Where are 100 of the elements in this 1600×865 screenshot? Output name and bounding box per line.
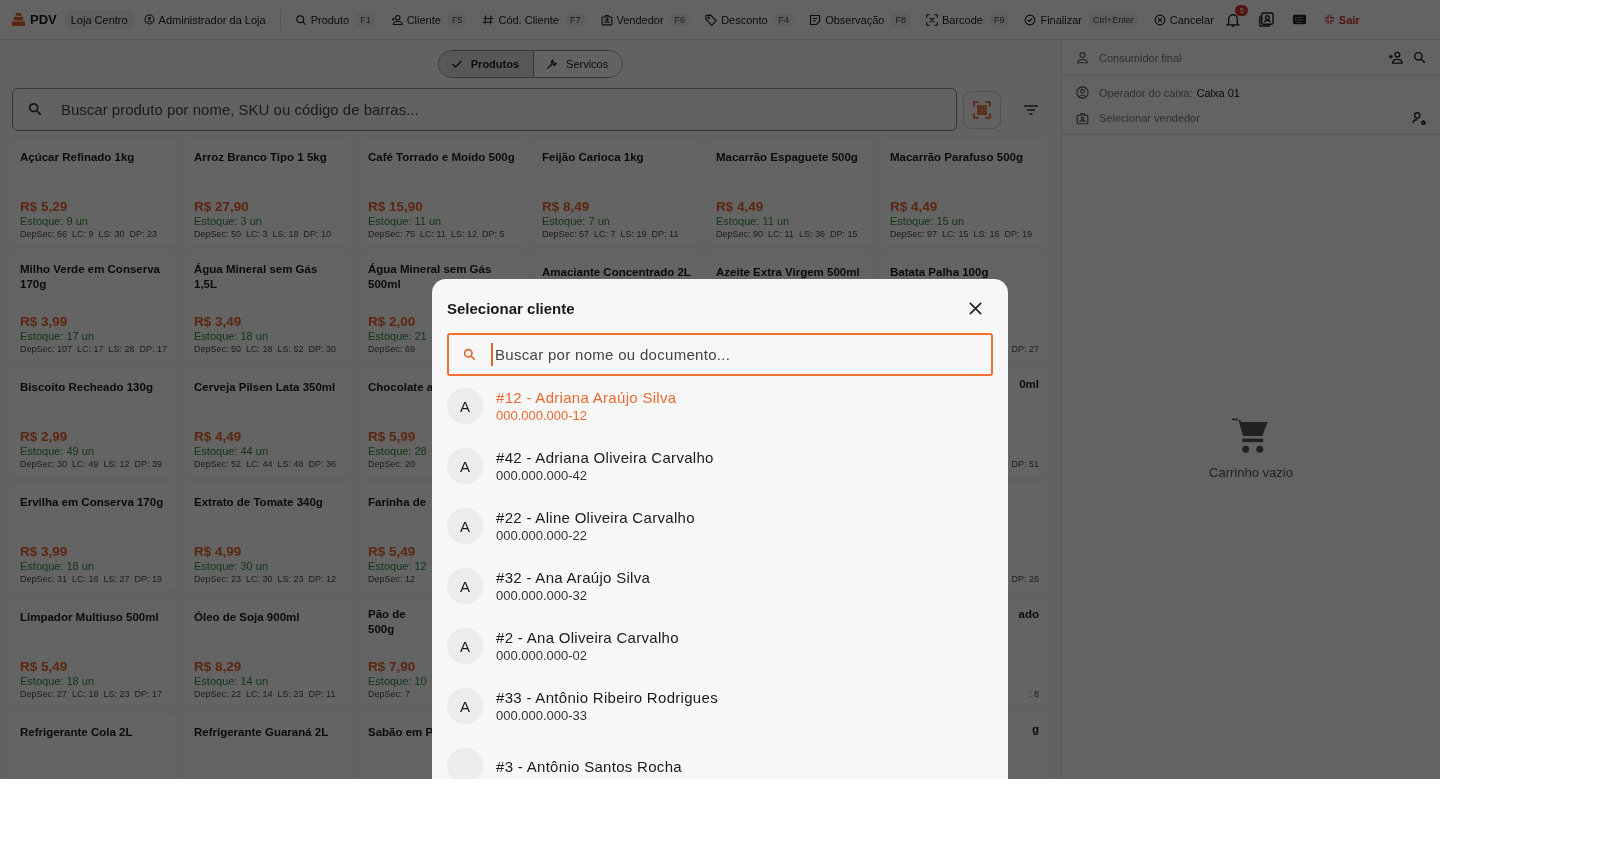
product-name: Refrigerante Cola 2L — [20, 725, 133, 740]
product-price: R$ 27,90 — [194, 199, 249, 214]
product-stock-details: DepSec: 69 — [368, 344, 416, 354]
product-name: Milho Verde em Conserva 170g — [20, 262, 161, 292]
product-stock: Estoque: 49 un — [20, 445, 94, 457]
product-stock: Estoque: 11 un — [368, 215, 442, 227]
product-name: Batata Palha 100g — [890, 265, 989, 280]
product-stock: Estoque: 11 un — [716, 215, 790, 227]
product-price: R$ 8,49 — [542, 199, 590, 214]
product-name: Arroz Branco Tipo 1 5kg — [194, 150, 327, 165]
product-price: R$ 3,49 — [194, 314, 242, 329]
product-price: R$ 2,99 — [20, 429, 68, 444]
product-stock-details: DepSec: 50 LC: 18 LS: 52 DP: 30 — [194, 344, 337, 354]
product-stock: Estoque: 18 un — [20, 675, 94, 687]
client-document: 000.000.000-32 — [496, 588, 589, 603]
product-name: Ervilha em Conserva 170g — [20, 495, 164, 510]
avatar: A — [447, 628, 483, 664]
product-stock-details: DepSec: 12 — [368, 574, 416, 584]
product-stock-details: DepSec: 107 LC: 17 LS: 28 DP: 17 — [20, 344, 168, 354]
avatar: A — [447, 388, 483, 424]
product-stock-details: DP: 27 — [1011, 344, 1039, 354]
product-stock: Estoque: 18 un — [20, 560, 94, 572]
product-stock-details: DepSec: 7 — [368, 689, 411, 699]
product-stock: Estoque: 44 un — [194, 445, 268, 457]
product-name: Farinha de — [368, 495, 427, 510]
product-stock-details: DepSec: 75 LC: 11 LS: 12 DP: 5 — [368, 229, 505, 239]
client-document: 000.000.000-12 — [496, 408, 589, 423]
product-stock: Estoque: 12 — [368, 560, 427, 572]
client-name: #3 - Antônio Santos Rocha — [496, 757, 682, 775]
product-name: Cerveja Pilsen Lata 350ml — [194, 380, 336, 395]
notification-count-badge: 5 — [1235, 4, 1248, 16]
avatar: A — [447, 568, 483, 604]
product-price: R$ 8,29 — [194, 659, 242, 674]
product-price: R$ 5,99 — [368, 429, 416, 444]
client-name: #32 - Ana Araújo Silva — [496, 569, 651, 586]
product-name: Extrato de Tomate 340g — [194, 495, 323, 510]
product-stock-details: DP: 26 — [1011, 574, 1039, 584]
product-name: Café Torrado e Moído 500g — [368, 150, 515, 165]
product-name: ado — [1018, 607, 1039, 622]
product-price: R$ 3,99 — [20, 544, 68, 559]
product-stock: Estoque: 9 un — [20, 215, 88, 227]
product-stock: Estoque: 3 un — [194, 215, 262, 227]
product-stock: Estoque: 17 un — [20, 330, 94, 342]
product-name: Óleo de Soja 900ml — [194, 610, 300, 625]
product-stock-details: DepSec: 66 LC: 9 LS: 30 DP: 23 — [20, 229, 158, 239]
avatar: A — [447, 688, 483, 724]
client-name: #42 - Adriana Oliveira Carvalho — [496, 449, 714, 466]
client-document: 000.000.000-02 — [496, 648, 589, 663]
product-name: Macarrão Parafuso 500g — [890, 150, 1023, 165]
product-price: R$ 4,49 — [194, 429, 242, 444]
product-stock-details: DepSec: 57 LC: 7 LS: 19 DP: 11 — [542, 229, 679, 239]
product-stock: Estoque: 10 — [368, 675, 427, 687]
product-name: Água Mineral sem Gás 500ml — [368, 262, 492, 292]
product-stock: Estoque: 21 — [368, 330, 427, 342]
client-document: 000.000.000-42 — [496, 468, 589, 483]
product-stock-details: DepSec: 90 LC: 11 LS: 36 DP: 15 — [716, 229, 858, 239]
product-name: Açúcar Refinado 1kg — [20, 150, 135, 165]
app-logo: PDV — [30, 12, 57, 27]
product-stock-details: DepSec: 23 LC: 30 LS: 23 DP: 12 — [194, 574, 337, 584]
avatar: A — [447, 508, 483, 544]
product-stock: Estoque: 15 un — [890, 215, 964, 227]
product-name: Amaciante Concentrado 2L — [542, 265, 691, 280]
product-stock-details: DP: 51 — [1011, 459, 1039, 469]
product-price: R$ 3,99 — [20, 314, 68, 329]
product-name: Pão de 500g — [368, 607, 406, 637]
product-price: R$ 4,99 — [194, 544, 242, 559]
empty-cart-text: Carrinho vazio — [1209, 465, 1293, 480]
product-name: Limpador Multiuso 500ml — [20, 610, 159, 625]
product-price: R$ 4,49 — [890, 199, 938, 214]
product-price: R$ 5,49 — [20, 659, 68, 674]
operator-name: Calxa 01 — [1196, 86, 1240, 99]
product-name: Biscoito Recheado 130g — [20, 380, 153, 395]
product-stock-details: DepSec: 50 LC: 3 LS: 18 DP: 10 — [194, 229, 332, 239]
product-stock: Estoque: 7 un — [542, 215, 610, 227]
product-stock-details: DepSec: 27 LC: 18 LS: 23 DP: 17 — [20, 689, 163, 699]
dialog-title: Selecionar cliente — [447, 299, 575, 317]
product-price: R$ 2,00 — [368, 314, 416, 329]
product-stock-details: DepSec: 22 LC: 14 LS: 23 DP: 11 — [194, 689, 336, 699]
product-name: 0ml — [1019, 377, 1039, 392]
product-name: Chocolate a — [368, 380, 434, 395]
product-stock-details: DepSec: 97 LC: 15 LS: 16 DP: 19 — [890, 229, 1033, 239]
product-stock-details: : 8 — [1029, 689, 1039, 699]
product-name: Feijão Carioca 1kg — [542, 150, 644, 165]
client-name: #22 - Aline Oliveira Carvalho — [496, 509, 695, 526]
client-name: #2 - Ana Oliveira Carvalho — [496, 629, 679, 646]
product-name: Água Mineral sem Gás 1,5L — [194, 262, 319, 292]
product-stock: Estoque: 30 un — [194, 560, 268, 572]
product-name: Macarrão Espaguete 500g — [716, 150, 858, 165]
avatar: A — [447, 448, 483, 484]
product-price: R$ 15,90 — [368, 199, 423, 214]
product-stock-details: DepSec: 31 LC: 18 LS: 27 DP: 19 — [20, 574, 163, 584]
client-name: #12 - Adriana Araújo Silva — [496, 389, 677, 406]
product-price: R$ 5,29 — [20, 199, 68, 214]
product-stock-details: DepSec: 20 — [368, 459, 416, 469]
product-name: g — [1031, 722, 1039, 737]
client-document: 000.000.000-22 — [496, 528, 589, 543]
product-price: R$ 5,49 — [368, 544, 416, 559]
product-price: R$ 7,90 — [368, 659, 416, 674]
product-name: Refrigerante Guaraná 2L — [194, 725, 329, 740]
product-stock: Estoque: 28 — [368, 445, 427, 457]
